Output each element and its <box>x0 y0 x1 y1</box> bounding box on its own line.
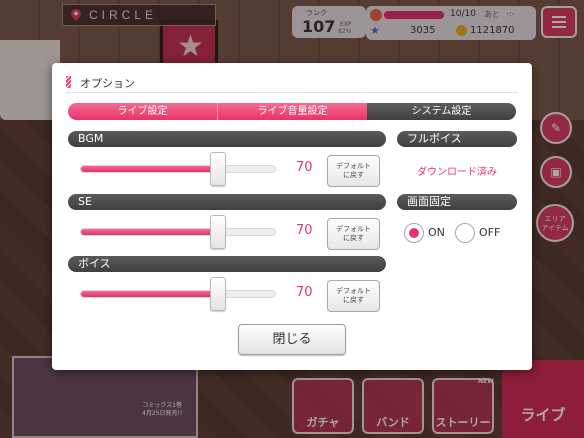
voice-section-header: ボイス <box>68 256 386 272</box>
reset-default-label-1: デフォルト <box>336 225 371 233</box>
reset-default-label-2: に戻す <box>343 234 364 242</box>
voice-value: 70 <box>296 285 313 300</box>
full-voice-label: フルボイス <box>407 132 462 145</box>
screen-lock-label: 画面固定 <box>407 195 451 208</box>
radio-unselected-icon <box>455 223 475 243</box>
close-button[interactable]: 閉じる <box>238 324 346 355</box>
bgm-reset-default-button[interactable]: デフォルト に戻す <box>327 155 380 187</box>
radio-selected-icon <box>404 223 424 243</box>
se-reset-default-button[interactable]: デフォルト に戻す <box>327 218 380 250</box>
tab-live-volume[interactable]: ライブ音量設定 <box>217 103 367 120</box>
voice-slider[interactable] <box>80 277 276 311</box>
bgm-slider-fill <box>81 166 218 172</box>
voice-label: ボイス <box>78 257 111 270</box>
screen-lock-section-header: 画面固定 <box>397 194 517 210</box>
voice-reset-default-button[interactable]: デフォルト に戻す <box>327 280 380 312</box>
voice-slider-handle[interactable] <box>210 277 226 311</box>
screen-lock-off-label: OFF <box>479 226 501 239</box>
full-voice-section-header: フルボイス <box>397 131 517 147</box>
reset-default-label-1: デフォルト <box>336 162 371 170</box>
se-slider[interactable] <box>80 215 276 249</box>
bgm-slider[interactable] <box>80 152 276 186</box>
settings-tabs: ライブ設定 ライブ音量設定 システム設定 <box>68 103 516 120</box>
tab-system-settings[interactable]: システム設定 <box>367 103 516 120</box>
se-slider-handle[interactable] <box>210 215 226 249</box>
title-stripe-icon <box>66 76 71 88</box>
dialog-title: オプション <box>80 77 135 90</box>
tab-live-settings[interactable]: ライブ設定 <box>68 103 217 120</box>
reset-default-label-2: に戻す <box>343 171 364 179</box>
bgm-value: 70 <box>296 160 313 175</box>
se-slider-fill <box>81 229 218 235</box>
bgm-section-header: BGM <box>68 131 386 147</box>
se-label: SE <box>78 195 92 208</box>
reset-default-label-2: に戻す <box>343 296 364 304</box>
screen-lock-on-radio[interactable]: ON <box>404 223 454 245</box>
se-section-header: SE <box>68 194 386 210</box>
reset-default-label-1: デフォルト <box>336 287 371 295</box>
option-dialog: オプション ライブ設定 ライブ音量設定 システム設定 BGM 70 デフォルト … <box>52 63 532 370</box>
voice-slider-fill <box>81 291 218 297</box>
dialog-header: オプション <box>66 75 518 93</box>
se-value: 70 <box>296 223 313 238</box>
bgm-slider-handle[interactable] <box>210 152 226 186</box>
screen-lock-off-radio[interactable]: OFF <box>455 223 511 245</box>
bgm-label: BGM <box>78 132 104 145</box>
screen-lock-on-label: ON <box>428 226 445 239</box>
full-voice-download-status[interactable]: ダウンロード済み <box>397 163 517 178</box>
